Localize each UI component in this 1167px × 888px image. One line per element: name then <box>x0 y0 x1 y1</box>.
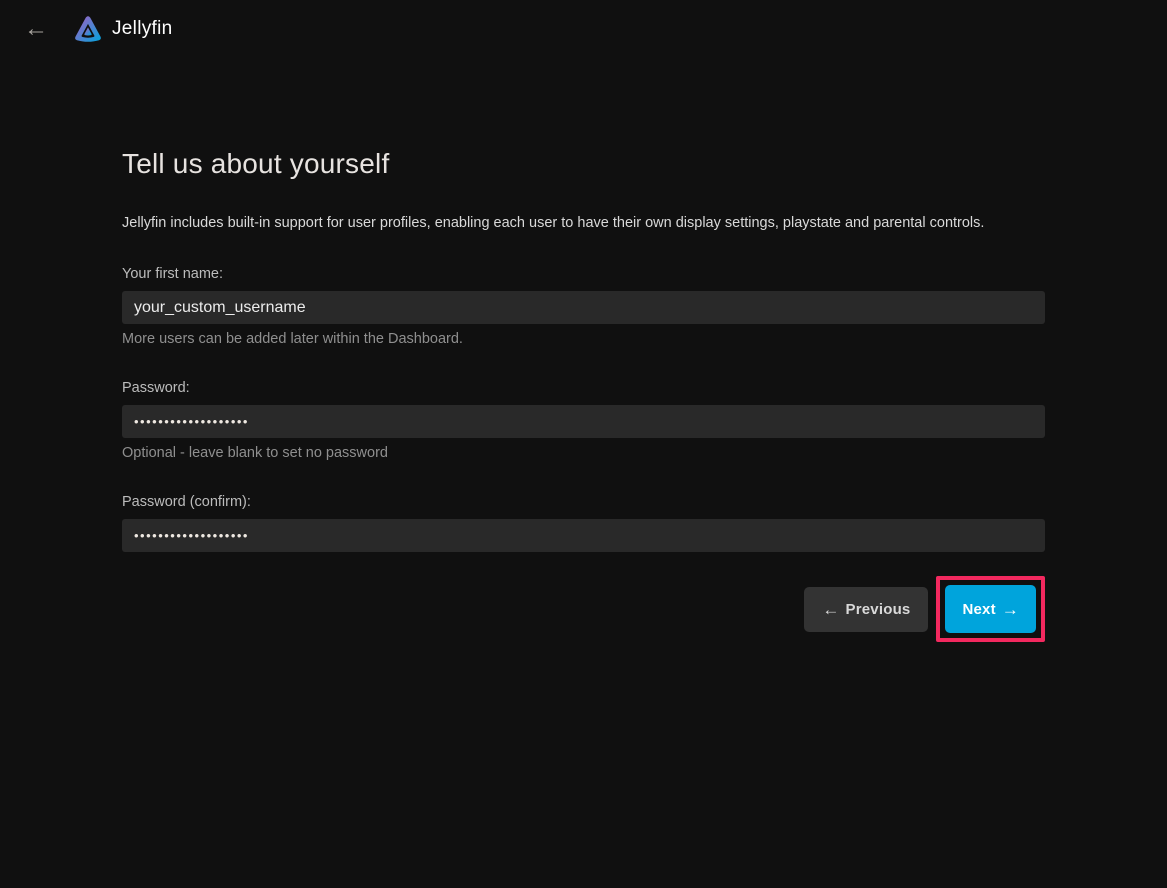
arrow-right-icon: → <box>1002 601 1019 618</box>
jellyfin-logo: Jellyfin <box>72 13 172 45</box>
page-title: Tell us about yourself <box>122 148 1045 180</box>
first-name-input[interactable] <box>122 291 1045 324</box>
back-arrow-icon: ← <box>24 17 48 41</box>
page-description: Jellyfin includes built-in support for u… <box>122 213 1045 233</box>
previous-button-label: Previous <box>846 601 911 618</box>
app-header: ← Jellyfin <box>0 0 1167 58</box>
back-button[interactable]: ← <box>16 9 56 49</box>
password-confirm-label: Password (confirm): <box>122 494 1045 510</box>
next-button-label: Next <box>962 601 995 618</box>
first-name-helper: More users can be added later within the… <box>122 331 1045 347</box>
password-field-group: Password: Optional - leave blank to set … <box>122 380 1045 461</box>
arrow-left-icon: ← <box>822 601 839 618</box>
jellyfin-icon <box>72 13 104 45</box>
first-name-field-group: Your first name: More users can be added… <box>122 266 1045 347</box>
wizard-page: Tell us about yourself Jellyfin includes… <box>122 148 1045 642</box>
password-helper: Optional - leave blank to set no passwor… <box>122 445 1045 461</box>
app-name: Jellyfin <box>112 18 172 40</box>
password-input[interactable] <box>122 405 1045 438</box>
next-button-highlight: Next → <box>936 576 1045 642</box>
wizard-actions: ← Previous Next → <box>122 576 1045 642</box>
password-confirm-input[interactable] <box>122 519 1045 552</box>
first-name-label: Your first name: <box>122 266 1045 282</box>
password-confirm-field-group: Password (confirm): <box>122 494 1045 552</box>
previous-button[interactable]: ← Previous <box>804 587 928 632</box>
next-button[interactable]: Next → <box>945 585 1036 633</box>
password-label: Password: <box>122 380 1045 396</box>
